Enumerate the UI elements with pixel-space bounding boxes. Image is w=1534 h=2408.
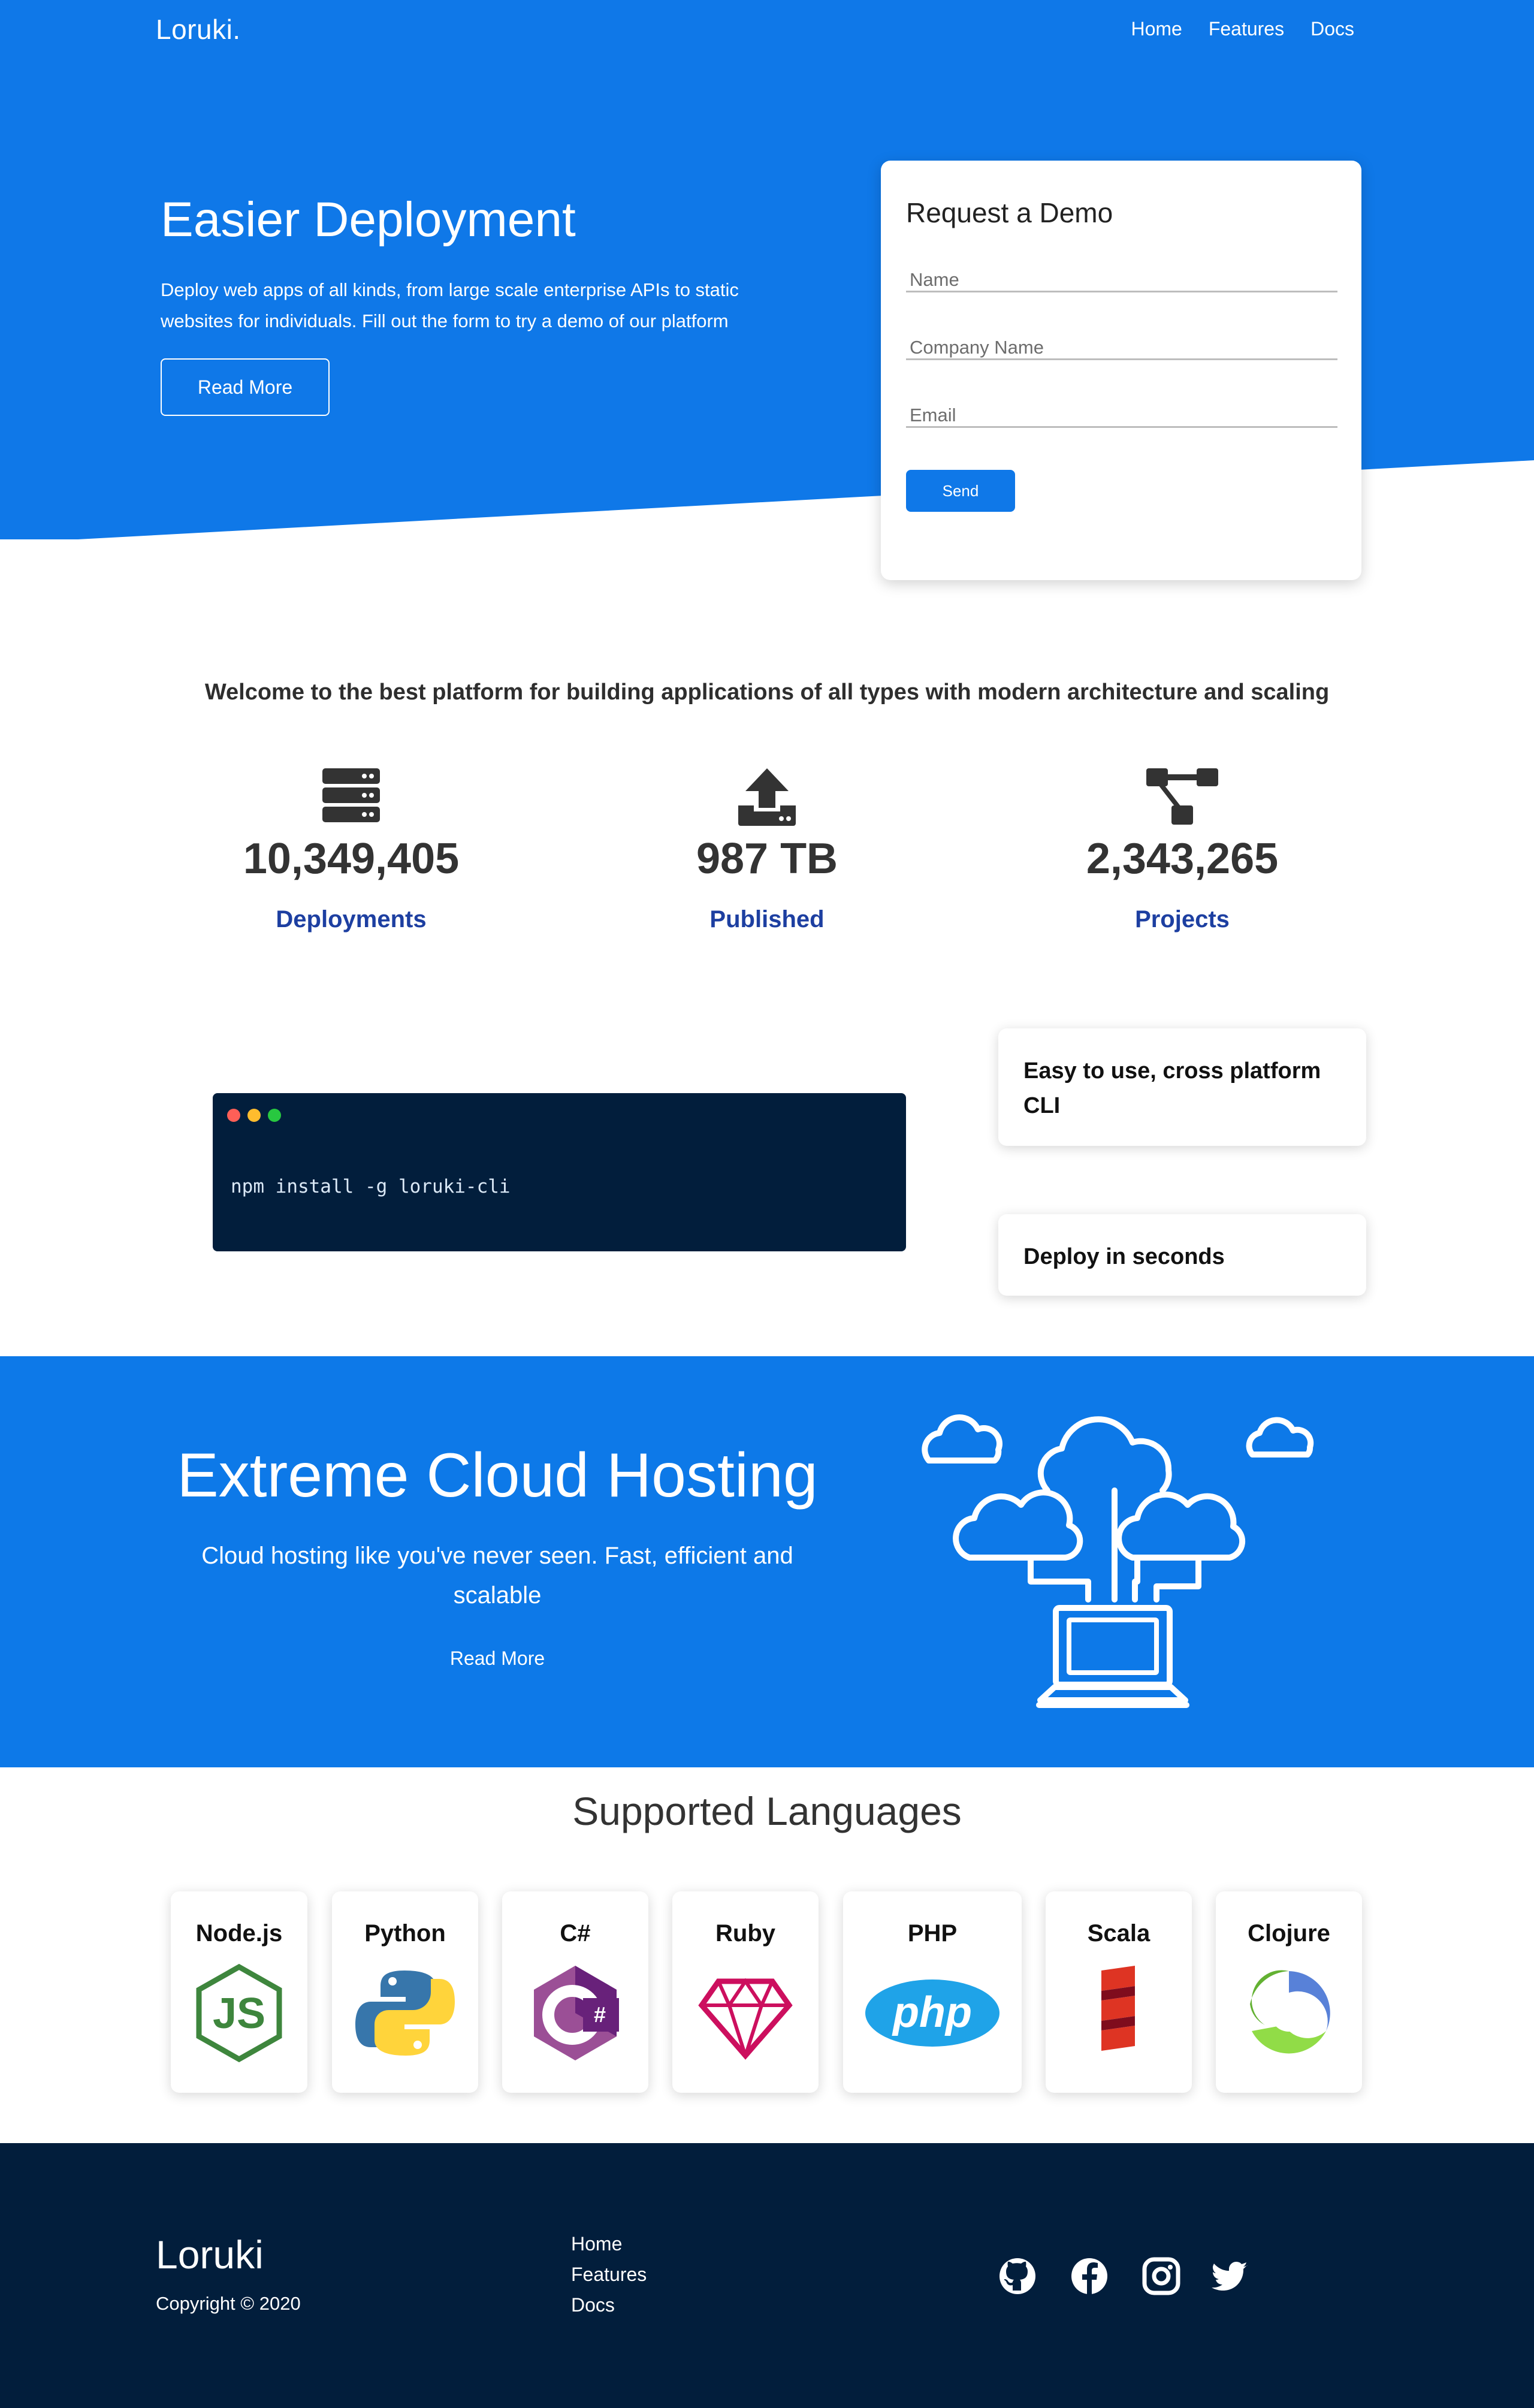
stat-label: Deployments <box>171 906 531 933</box>
footer-logo[interactable]: Loruki <box>156 2232 264 2277</box>
cloud-description: Cloud hosting like you've never seen. Fa… <box>180 1536 815 1615</box>
nav-link-docs[interactable]: Docs <box>1310 18 1354 40</box>
nodejs-logo: JS <box>188 1962 290 2064</box>
footer-copyright: Copyright © 2020 <box>156 2293 301 2315</box>
clojure-logo <box>1238 1962 1340 2064</box>
hero-title: Easier Deployment <box>161 192 576 248</box>
request-demo-card: Request a Demo Send <box>881 161 1361 580</box>
logo[interactable]: Loruki. <box>156 13 241 46</box>
language-card-php: PHP php <box>843 1891 1022 2093</box>
minimize-dot-icon <box>247 1109 261 1122</box>
nav-links: Home Features Docs <box>1131 18 1354 40</box>
twitter-icon[interactable] <box>1212 2257 1250 2295</box>
language-name: C# <box>502 1920 648 1947</box>
svg-text:#: # <box>594 2002 606 2027</box>
footer-link-home[interactable]: Home <box>571 2233 647 2255</box>
python-logo <box>354 1962 456 2064</box>
stat-deployments: 10,349,405 Deployments <box>171 767 531 933</box>
language-card-scala: Scala <box>1046 1891 1192 2093</box>
php-logo: php <box>863 1962 1001 2064</box>
stat-value: 987 TB <box>587 832 947 886</box>
email-field[interactable] <box>906 404 1337 428</box>
welcome-heading: Welcome to the best platform for buildin… <box>0 680 1534 705</box>
request-demo-title: Request a Demo <box>906 197 1113 229</box>
scala-logo <box>1068 1962 1170 2064</box>
language-name: Clojure <box>1216 1920 1362 1947</box>
footer-links: Home Features Docs <box>571 2233 647 2316</box>
feature-text: Deploy in seconds <box>1023 1244 1225 1269</box>
maximize-dot-icon <box>268 1109 281 1122</box>
language-card-nodejs: Node.js JS <box>171 1891 307 2093</box>
send-button[interactable]: Send <box>906 470 1015 512</box>
company-name-field[interactable] <box>906 336 1337 360</box>
feature-text: Easy to use, cross platform CLI <box>1023 1058 1321 1118</box>
stat-label: Published <box>587 906 947 933</box>
nav-link-home[interactable]: Home <box>1131 18 1182 40</box>
stat-published: 987 TB Published <box>587 767 947 933</box>
stat-value: 2,343,265 <box>1002 832 1362 886</box>
name-field[interactable] <box>906 268 1337 292</box>
language-card-csharp: C# # <box>502 1891 648 2093</box>
footer: Loruki Copyright © 2020 Home Features Do… <box>0 2143 1534 2408</box>
svg-text:JS: JS <box>213 1990 265 2038</box>
feature-card-cli: Easy to use, cross platform CLI <box>998 1028 1366 1146</box>
server-icon <box>321 767 381 823</box>
hero-read-more-button[interactable]: Read More <box>161 358 330 416</box>
language-name: Scala <box>1046 1920 1192 1947</box>
close-dot-icon <box>227 1109 240 1122</box>
language-card-clojure: Clojure <box>1216 1891 1362 2093</box>
language-name: Node.js <box>171 1920 307 1947</box>
project-diagram-icon <box>1145 767 1219 827</box>
svg-text:php: php <box>892 1988 972 2036</box>
language-name: Ruby <box>672 1920 819 1947</box>
csharp-logo: # <box>524 1962 626 2064</box>
stat-projects: 2,343,265 Projects <box>1002 767 1362 933</box>
ruby-logo <box>694 1962 796 2064</box>
stat-label: Projects <box>1002 906 1362 933</box>
upload-icon <box>737 767 797 827</box>
footer-link-docs[interactable]: Docs <box>571 2294 647 2316</box>
supported-languages-title: Supported Languages <box>0 1788 1534 1834</box>
footer-link-features[interactable]: Features <box>571 2264 647 2286</box>
github-icon[interactable] <box>998 2257 1037 2295</box>
stat-value: 10,349,405 <box>171 832 531 886</box>
cloud-hosting-section: Extreme Cloud Hosting Cloud hosting like… <box>0 1356 1534 1767</box>
hero-description: Deploy web apps of all kinds, from large… <box>161 274 796 337</box>
nav-link-features[interactable]: Features <box>1209 18 1284 40</box>
feature-card-deploy: Deploy in seconds <box>998 1214 1366 1296</box>
instagram-icon[interactable] <box>1142 2257 1180 2295</box>
language-card-ruby: Ruby <box>672 1891 819 2093</box>
terminal-command: npm install -g loruki-cli <box>231 1176 511 1197</box>
language-name: Python <box>332 1920 478 1947</box>
cloud-title: Extreme Cloud Hosting <box>138 1440 857 1511</box>
language-name: PHP <box>843 1920 1022 1947</box>
language-card-python: Python <box>332 1891 478 2093</box>
cloud-network-illustration <box>917 1401 1336 1736</box>
cloud-read-more-link[interactable]: Read More <box>407 1647 587 1670</box>
navbar: Loruki. Home Features Docs <box>0 0 1534 60</box>
facebook-icon[interactable] <box>1070 2257 1109 2295</box>
terminal-window: npm install -g loruki-cli <box>213 1093 906 1251</box>
